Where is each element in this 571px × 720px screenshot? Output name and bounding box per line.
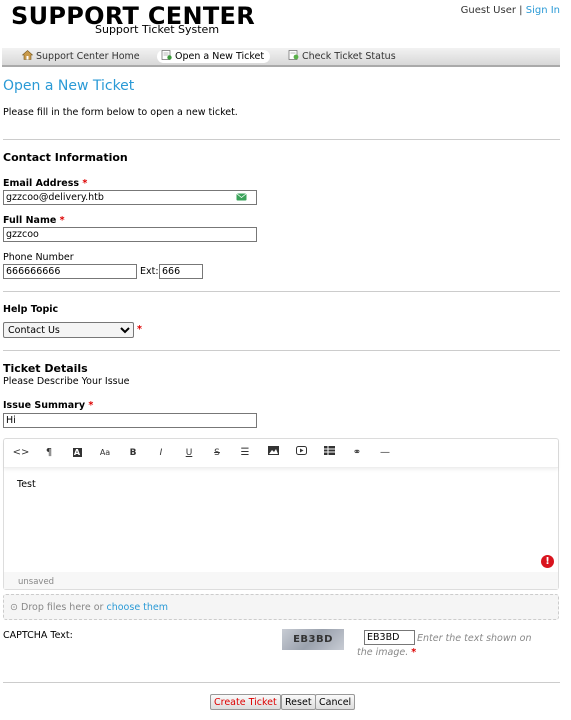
italic-icon[interactable]: I [151,446,171,460]
nav-label: Open a New Ticket [175,51,265,62]
underline-icon[interactable]: U [179,446,199,460]
page-intro: Please fill in the form below to open a … [3,107,238,118]
divider [3,139,560,140]
user-links: Guest User | Sign In [461,5,560,16]
error-icon: ! [541,555,554,568]
ticket-details-heading: Ticket Details [3,362,88,375]
logo-subtitle: Support Ticket System [95,23,220,36]
horizontal-rule-icon[interactable]: — [375,446,395,460]
email-label: Email Address * [3,178,88,189]
main-nav: Support Center Home Open a New Ticket Ch… [2,48,560,67]
email-field[interactable] [3,190,257,205]
paragraph-icon[interactable]: ¶ [39,446,59,460]
cancel-button[interactable]: Cancel [315,694,356,710]
phone-label: Phone Number [3,252,74,263]
nav-check-ticket-status[interactable]: Check Ticket Status [284,50,402,63]
bold-icon[interactable]: B [123,446,143,460]
ext-label: Ext: [140,266,159,277]
help-topic-select[interactable]: Contact Us [3,322,134,338]
link-icon[interactable]: ⚭ [347,446,367,460]
editor-content[interactable]: Test [17,479,36,490]
sign-in-link[interactable]: Sign In [526,5,560,16]
phone-ext-field[interactable] [159,264,203,279]
message-editor: <> ¶ A Aa B I U S ☰ ⚭ — Test ! unsaved [3,438,559,590]
font-size-icon[interactable]: Aa [95,446,115,460]
font-color-icon[interactable]: A [67,446,87,460]
captcha-label: CAPTCHA Text: [3,630,73,641]
choose-files-link[interactable]: choose them [107,602,169,613]
ticket-details-subheading: Please Describe Your Issue [3,376,130,387]
table-icon[interactable] [319,446,339,460]
email-verified-icon [236,193,247,201]
required-mark: * [137,324,142,335]
ticket-status-icon [288,50,299,60]
new-ticket-icon [161,50,172,60]
issue-summary-field[interactable] [3,413,257,428]
nav-label: Check Ticket Status [302,51,396,62]
guest-user-label: Guest User [460,5,516,16]
help-topic-label: Help Topic [3,304,59,315]
dropzone-text: ⊙ Drop files here or choose them [10,602,169,613]
list-icon[interactable]: ☰ [235,446,255,460]
create-ticket-button[interactable]: Create Ticket [210,694,281,710]
captcha-hint: Enter the text shown on the image. * [357,633,532,658]
draft-status: unsaved [18,577,55,587]
home-icon [22,50,33,60]
image-icon[interactable] [263,446,283,460]
reset-button[interactable]: Reset [281,694,316,710]
page-title: Open a New Ticket [3,78,135,94]
nav-label: Support Center Home [36,51,140,62]
divider [3,682,560,683]
editor-footer [4,572,558,589]
divider [3,291,560,292]
full-name-label: Full Name * [3,215,65,226]
separator: | [519,5,523,16]
nav-open-new-ticket[interactable]: Open a New Ticket [157,50,271,63]
video-icon[interactable] [291,446,311,460]
nav-support-center-home[interactable]: Support Center Home [18,50,146,63]
issue-summary-label: Issue Summary * [3,400,94,411]
upload-icon: ⊙ [10,602,18,613]
strikethrough-icon[interactable]: S [207,446,227,460]
divider [3,350,560,351]
full-name-field[interactable] [3,227,257,242]
editor-toolbar: <> ¶ A Aa B I U S ☰ ⚭ — [4,439,558,468]
captcha-image: EB3BD [282,629,344,650]
contact-heading: Contact Information [3,151,128,164]
phone-field[interactable] [3,264,137,279]
html-icon[interactable]: <> [11,446,31,460]
file-dropzone[interactable]: ⊙ Drop files here or choose them [3,594,559,620]
